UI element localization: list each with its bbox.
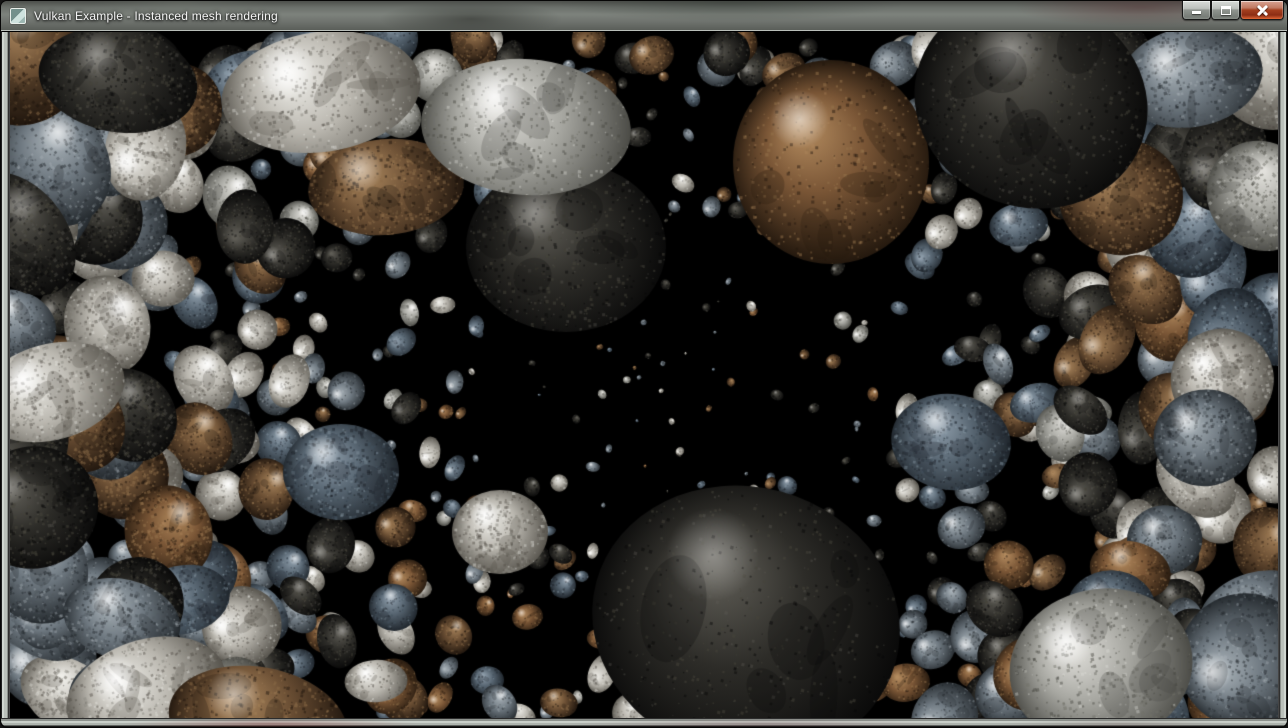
- app-icon: [10, 8, 26, 24]
- maximize-icon: [1221, 6, 1231, 15]
- window-border-right[interactable]: [1278, 32, 1287, 718]
- close-button[interactable]: [1240, 1, 1284, 20]
- render-viewport[interactable]: [10, 32, 1280, 720]
- window-border-bottom[interactable]: [1, 718, 1287, 727]
- titlebar[interactable]: Vulkan Example - Instanced mesh renderin…: [1, 1, 1287, 31]
- minimize-icon: [1192, 11, 1201, 14]
- close-icon: [1256, 4, 1269, 17]
- window-title: Vulkan Example - Instanced mesh renderin…: [34, 9, 278, 23]
- minimize-button[interactable]: [1182, 1, 1211, 20]
- window-border-left[interactable]: [1, 32, 10, 718]
- maximize-button[interactable]: [1211, 1, 1240, 20]
- vulkan-example-window: Vulkan Example - Instanced mesh renderin…: [0, 0, 1288, 728]
